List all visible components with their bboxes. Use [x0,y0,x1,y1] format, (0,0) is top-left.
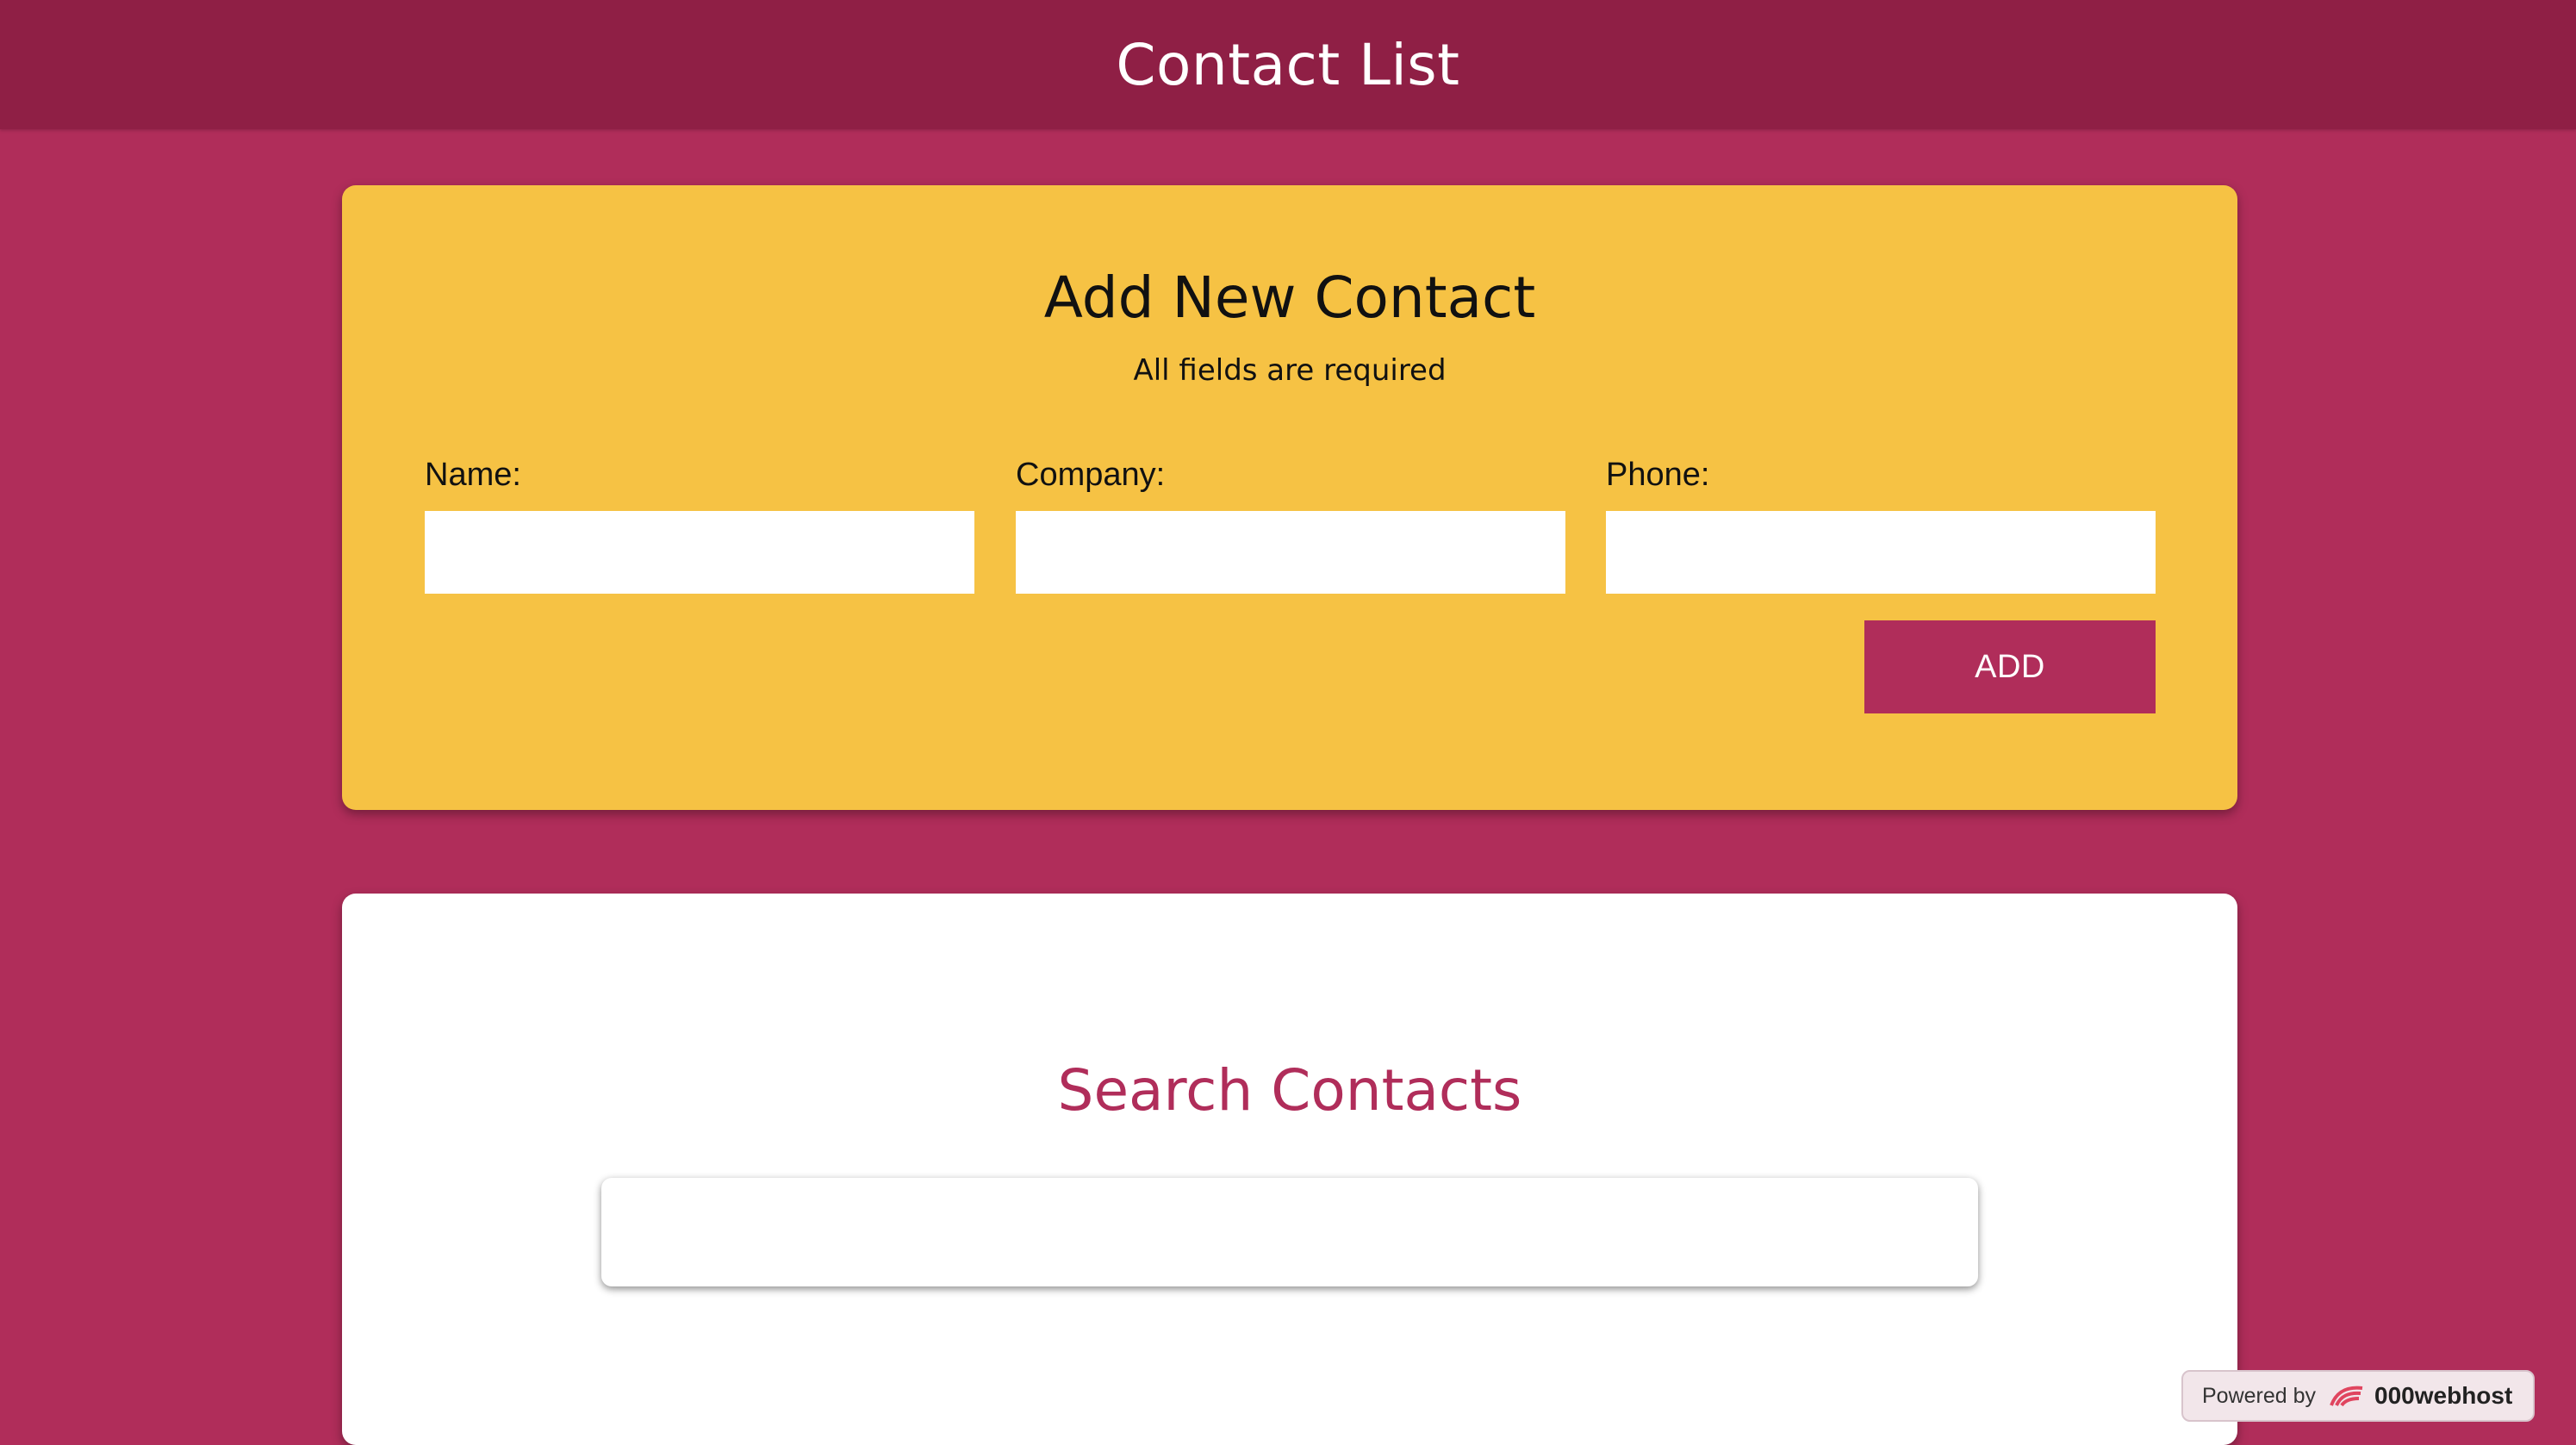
company-label: Company: [1016,457,1166,493]
webhost-logo-icon [2328,1383,2366,1409]
page-title: Contact List [1116,31,1460,98]
add-contact-card: Add New Contact All fields are required … [342,185,2237,810]
search-input[interactable] [601,1178,1978,1286]
add-button[interactable]: ADD [1864,620,2156,713]
search-card: Search Contacts [342,894,2237,1445]
powered-by-badge[interactable]: Powered by 000webhost [2181,1370,2535,1422]
required-note: All fields are required [1133,353,1447,388]
add-contact-title: Add New Contact [1043,265,1536,331]
phone-input[interactable] [1606,511,2156,594]
phone-field-group: Phone: [1606,455,2156,594]
name-field-group: Name: [425,455,974,594]
top-bar: Contact List [0,0,2576,129]
powered-by-text: Powered by [2202,1383,2317,1408]
search-title: Search Contacts [1057,1057,1522,1124]
phone-label: Phone: [1606,457,1710,493]
company-input[interactable] [1016,511,1565,594]
name-input[interactable] [425,511,974,594]
name-label: Name: [425,457,521,493]
webhost-brand-text: 000webhost [2374,1382,2513,1409]
company-field-group: Company: [1016,455,1565,594]
